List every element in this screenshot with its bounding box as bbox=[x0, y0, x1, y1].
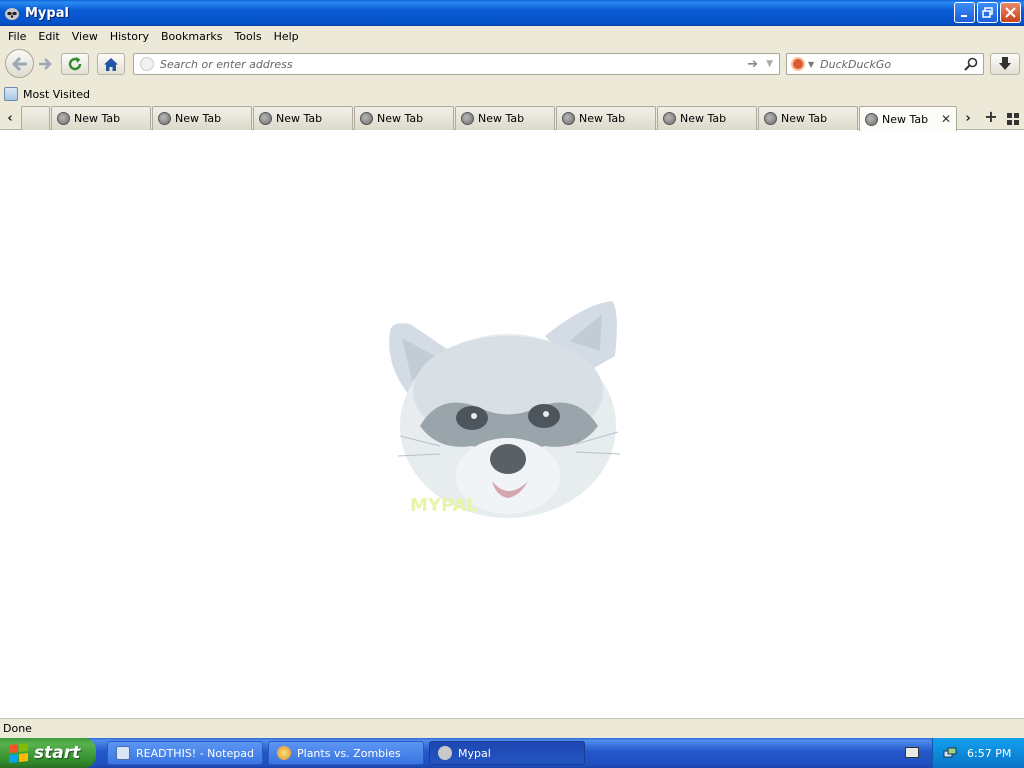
globe-icon bbox=[57, 112, 70, 125]
mypal-raccoon-logo: MYPAL bbox=[389, 301, 621, 518]
notepad-icon bbox=[116, 746, 130, 760]
most-visited-icon bbox=[4, 87, 18, 101]
taskbar: start READTHIS! - Notepad Plants vs. Zom… bbox=[0, 738, 1024, 768]
tab-2[interactable]: New Tab bbox=[152, 106, 252, 130]
game-icon bbox=[277, 746, 291, 760]
taskbar-item-mypal[interactable]: Mypal bbox=[429, 741, 585, 765]
globe-icon bbox=[158, 112, 171, 125]
tab-label: New Tab bbox=[276, 112, 323, 125]
tab-label: New Tab bbox=[680, 112, 727, 125]
taskbar-item-notepad[interactable]: READTHIS! - Notepad bbox=[107, 741, 263, 765]
bookmarks-toolbar: Most Visited bbox=[0, 84, 1024, 104]
back-icon bbox=[11, 56, 27, 71]
network-icon[interactable] bbox=[943, 746, 957, 760]
address-input[interactable] bbox=[160, 57, 748, 71]
menu-history[interactable]: History bbox=[104, 30, 155, 43]
tab-label: New Tab bbox=[478, 112, 525, 125]
back-button[interactable] bbox=[5, 49, 34, 78]
tab-1[interactable]: New Tab bbox=[51, 106, 151, 130]
search-icon[interactable] bbox=[964, 57, 978, 71]
tab-label: New Tab bbox=[579, 112, 626, 125]
tab-6[interactable]: New Tab bbox=[556, 106, 656, 130]
go-icon[interactable]: ➔ bbox=[747, 57, 758, 72]
tab-7[interactable]: New Tab bbox=[657, 106, 757, 130]
home-icon bbox=[104, 57, 118, 71]
menu-bar: File Edit View History Bookmarks Tools H… bbox=[0, 26, 1024, 46]
page-content: MYPAL bbox=[0, 131, 1024, 718]
tab-label: New Tab bbox=[175, 112, 222, 125]
start-label: start bbox=[34, 743, 81, 763]
address-bar[interactable]: ➔ ▼ bbox=[133, 53, 780, 75]
taskbar-item-label: Plants vs. Zombies bbox=[297, 746, 401, 760]
chevron-down-icon[interactable]: ▼ bbox=[808, 60, 814, 69]
list-all-tabs-icon[interactable] bbox=[1007, 113, 1019, 125]
title-bar: Mypal bbox=[0, 0, 1024, 26]
tab-3[interactable]: New Tab bbox=[253, 106, 353, 130]
globe-icon bbox=[360, 112, 373, 125]
globe-icon bbox=[562, 112, 575, 125]
tab-label: New Tab bbox=[781, 112, 828, 125]
tab-5[interactable]: New Tab bbox=[455, 106, 555, 130]
start-button[interactable]: start bbox=[0, 738, 96, 768]
menu-file[interactable]: File bbox=[2, 30, 32, 43]
reload-icon bbox=[68, 57, 82, 71]
tab-8[interactable]: New Tab bbox=[758, 106, 858, 130]
globe-icon bbox=[663, 112, 676, 125]
tab-label: New Tab bbox=[74, 112, 121, 125]
clock[interactable]: 6:57 PM bbox=[967, 747, 1011, 760]
minimize-icon bbox=[960, 14, 967, 17]
downloads-button[interactable] bbox=[990, 53, 1020, 75]
reload-button[interactable] bbox=[61, 53, 89, 75]
tab-label: New Tab bbox=[377, 112, 424, 125]
menu-view[interactable]: View bbox=[66, 30, 104, 43]
tab-9-active[interactable]: New Tab ✕ bbox=[859, 106, 957, 131]
new-tab-button[interactable]: + bbox=[983, 109, 999, 126]
globe-icon bbox=[865, 112, 878, 126]
bookmark-most-visited[interactable]: Most Visited bbox=[23, 88, 90, 101]
restore-button[interactable] bbox=[977, 2, 998, 23]
window-title: Mypal bbox=[25, 5, 69, 21]
menu-bookmarks[interactable]: Bookmarks bbox=[155, 30, 228, 43]
menu-edit[interactable]: Edit bbox=[32, 30, 65, 43]
globe-icon bbox=[764, 112, 777, 125]
forward-icon bbox=[39, 58, 52, 70]
duckduckgo-icon[interactable] bbox=[791, 57, 805, 71]
scroll-tabs-right-button[interactable]: › bbox=[959, 108, 977, 128]
site-identity-icon[interactable] bbox=[140, 57, 154, 71]
globe-icon bbox=[259, 112, 272, 125]
status-text: Done bbox=[3, 722, 32, 735]
globe-icon bbox=[461, 112, 474, 125]
search-input[interactable] bbox=[820, 57, 964, 71]
restore-icon bbox=[982, 7, 993, 18]
tab-0[interactable] bbox=[21, 106, 50, 130]
taskbar-item-plants-vs-zombies[interactable]: Plants vs. Zombies bbox=[268, 741, 424, 765]
close-icon bbox=[1005, 7, 1016, 18]
windows-logo-icon bbox=[9, 743, 29, 763]
close-window-button[interactable] bbox=[1000, 2, 1021, 23]
taskbar-item-label: READTHIS! - Notepad bbox=[136, 746, 254, 760]
scroll-tabs-left-button[interactable]: ‹ bbox=[1, 108, 19, 128]
navigation-toolbar: ➔ ▼ ▼ bbox=[0, 46, 1024, 84]
tab-bar: ‹ New Tab New Tab New Tab New Tab New Ta… bbox=[0, 104, 1024, 131]
minimize-button[interactable] bbox=[954, 2, 975, 23]
history-dropdown-icon[interactable]: ▼ bbox=[766, 59, 773, 69]
menu-help[interactable]: Help bbox=[268, 30, 305, 43]
mypal-logo-text: MYPAL bbox=[410, 495, 478, 516]
home-button[interactable] bbox=[97, 53, 125, 75]
tab-4[interactable]: New Tab bbox=[354, 106, 454, 130]
search-bar[interactable]: ▼ bbox=[786, 53, 984, 75]
forward-button[interactable] bbox=[35, 56, 55, 72]
status-bar: Done bbox=[0, 718, 1024, 738]
taskbar-item-label: Mypal bbox=[458, 746, 491, 760]
download-icon bbox=[999, 57, 1011, 70]
tab-label: New Tab bbox=[882, 112, 929, 126]
menu-tools[interactable]: Tools bbox=[228, 30, 267, 43]
close-tab-icon[interactable]: ✕ bbox=[941, 112, 951, 126]
keyboard-icon[interactable] bbox=[905, 747, 919, 758]
mypal-icon bbox=[438, 746, 452, 760]
mypal-icon bbox=[5, 8, 19, 20]
system-tray: 6:57 PM bbox=[932, 738, 1024, 768]
